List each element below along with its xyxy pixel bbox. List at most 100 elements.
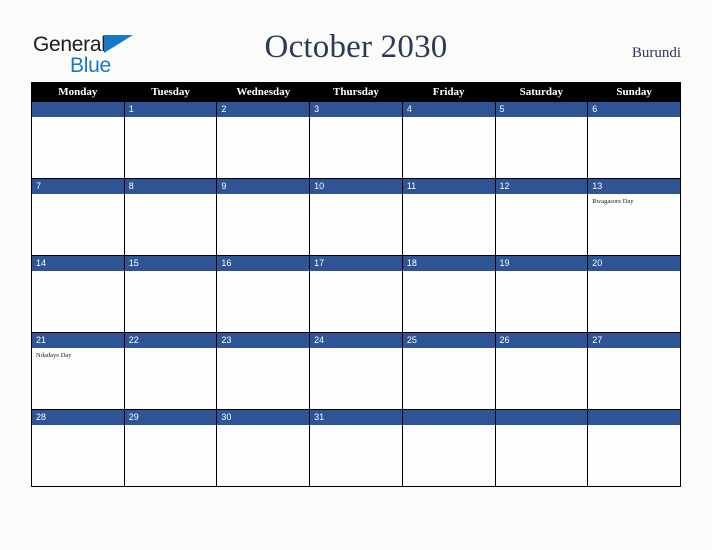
day-cell-inner: 7 [32,179,124,255]
holiday-list: Ndadaye Day [32,348,124,360]
weekday-header-saturday: Saturday [494,82,589,102]
date-number: 8 [124,179,217,194]
calendar-day-cell[interactable]: 19 [494,255,589,333]
calendar-week-row: 14 15 16 17 18 19 20 [31,255,681,333]
day-cell-inner: 12 [495,179,588,255]
calendar-day-cell[interactable] [587,409,681,487]
calendar-day-cell[interactable]: 14 [31,255,125,333]
date-number [402,410,495,425]
calendar-day-cell[interactable]: 8 [123,178,218,256]
calendar-day-cell[interactable]: 1 [123,101,218,179]
date-number: 19 [495,256,588,271]
calendar-day-cell[interactable]: 12 [494,178,589,256]
weekday-header-friday: Friday [401,82,496,102]
day-cell-inner: 13 Rwagasore Day [588,179,680,255]
date-number: 13 [588,179,680,194]
weekday-header-wednesday: Wednesday [216,82,311,102]
date-number: 24 [310,333,402,348]
day-cell-inner: 20 [588,256,680,332]
date-number: 28 [32,410,124,425]
day-cell-inner: 30 [217,410,310,486]
calendar-day-cell[interactable]: 11 [401,178,496,256]
calendar-day-cell[interactable]: 31 [309,409,403,487]
page-header: General Blue October 2030 Burundi [0,0,712,82]
day-cell-inner: 5 [495,102,588,178]
day-cell-inner: 21 Ndadaye Day [32,333,124,409]
calendar-day-cell[interactable]: 4 [401,101,496,179]
date-number: 5 [495,102,588,117]
date-number: 6 [588,102,680,117]
holiday-name: Rwagasore Day [592,198,634,205]
date-number: 1 [124,102,217,117]
date-number: 29 [124,410,217,425]
calendar-day-cell[interactable]: 26 [494,332,589,410]
calendar-day-cell[interactable]: 2 [216,101,311,179]
calendar-day-cell[interactable]: 10 [309,178,403,256]
calendar-day-cell[interactable]: 3 [309,101,403,179]
calendar-day-cell[interactable]: 29 [123,409,218,487]
date-number: 9 [217,179,310,194]
day-cell-inner: 25 [402,333,495,409]
holiday-list: Rwagasore Day [588,194,680,206]
day-cell-inner: 14 [32,256,124,332]
date-number [588,410,680,425]
calendar-day-cell[interactable]: 7 [31,178,125,256]
calendar-week-row: 21 Ndadaye Day 22 23 24 25 26 27 [31,332,681,410]
day-cell-inner: 27 [588,333,680,409]
calendar-week-row: 123456 [31,101,681,179]
calendar-day-cell[interactable]: 13 Rwagasore Day [587,178,681,256]
day-cell-inner: 15 [124,256,217,332]
calendar-day-cell[interactable]: 15 [123,255,218,333]
holiday-name: Ndadaye Day [36,352,72,359]
date-number: 4 [402,102,495,117]
calendar-day-cell[interactable]: 22 [123,332,218,410]
day-cell-inner: 28 [32,410,124,486]
day-cell-inner: 8 [124,179,217,255]
date-number: 21 [32,333,124,348]
calendar-week-row: 7 8 9 10 11 12 13 Rwagasore Day [31,178,681,256]
day-cell-inner: 16 [217,256,310,332]
weekday-header-tuesday: Tuesday [123,82,218,102]
calendar-day-cell[interactable]: 28 [31,409,125,487]
day-cell-inner: 10 [310,179,402,255]
day-cell-inner [32,102,124,178]
weekday-header-monday: Monday [31,82,125,102]
calendar-grid: Monday Tuesday Wednesday Thursday Friday… [31,82,681,487]
date-number [32,102,124,117]
calendar-day-cell[interactable]: 16 [216,255,311,333]
day-cell-inner: 6 [588,102,680,178]
calendar-day-cell[interactable]: 30 [216,409,311,487]
day-cell-inner: 18 [402,256,495,332]
day-cell-inner: 9 [217,179,310,255]
date-number: 7 [32,179,124,194]
calendar-day-cell[interactable] [31,101,125,179]
date-number: 31 [310,410,402,425]
calendar-day-cell[interactable] [494,409,589,487]
calendar-day-cell[interactable]: 27 [587,332,681,410]
calendar-day-cell[interactable]: 6 [587,101,681,179]
day-cell-inner: 29 [124,410,217,486]
calendar-day-cell[interactable]: 20 [587,255,681,333]
calendar-day-cell[interactable]: 24 [309,332,403,410]
date-number [495,410,588,425]
date-number: 16 [217,256,310,271]
date-number: 2 [217,102,310,117]
weekday-header-thursday: Thursday [309,82,403,102]
calendar-day-cell[interactable]: 25 [401,332,496,410]
calendar-day-cell[interactable]: 18 [401,255,496,333]
day-cell-inner [402,410,495,486]
date-number: 12 [495,179,588,194]
calendar-day-cell[interactable]: 21 Ndadaye Day [31,332,125,410]
country-label: Burundi [631,45,681,61]
calendar-day-cell[interactable]: 5 [494,101,589,179]
calendar-day-cell[interactable] [401,409,496,487]
page-title: October 2030 [264,29,448,65]
calendar-day-cell[interactable]: 9 [216,178,311,256]
date-number: 3 [310,102,402,117]
calendar-week-row: 28 29 30 31 [31,409,681,487]
date-number: 30 [217,410,310,425]
calendar-day-cell[interactable]: 23 [216,332,311,410]
calendar-day-cell[interactable]: 17 [309,255,403,333]
calendar-body: 1 2 3 4 5 6 7 8 9 10 11 12 13 Rwagasore Day 14 15 16 17 18… [31,101,681,487]
date-number: 27 [588,333,680,348]
